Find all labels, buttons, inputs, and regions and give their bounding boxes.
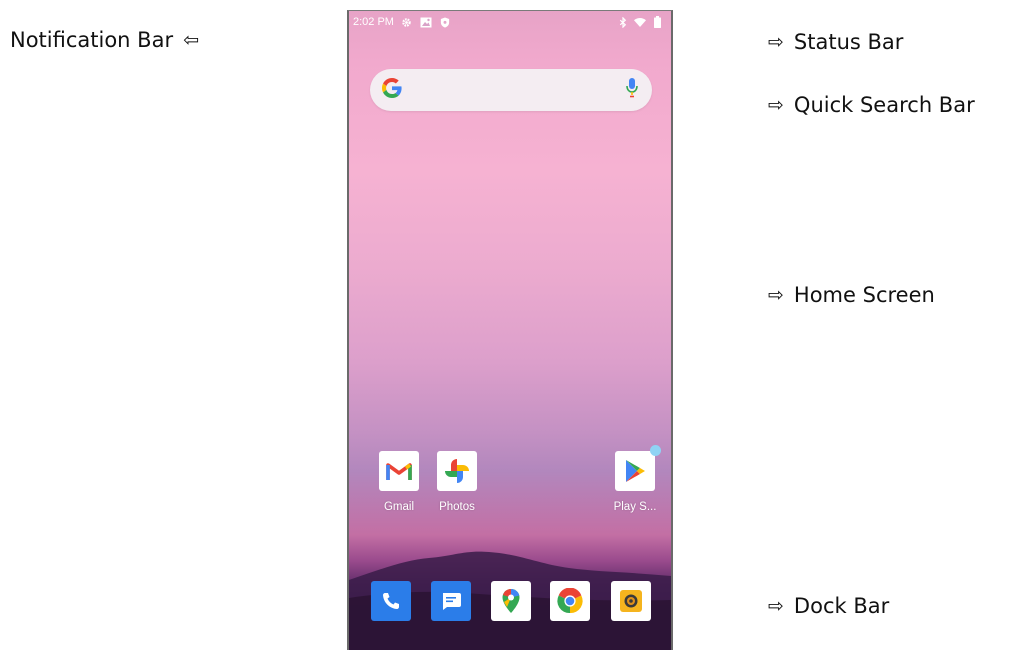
wifi-icon — [634, 16, 646, 28]
home-screen-label: Home Screen — [793, 283, 935, 307]
status-bar-label: Status Bar — [793, 30, 904, 54]
phone-icon[interactable] — [371, 581, 411, 621]
dock-bar — [349, 581, 671, 621]
google-logo-icon — [382, 77, 402, 103]
home-app-play-store[interactable]: Play S... — [603, 445, 667, 513]
chrome-icon[interactable] — [550, 581, 590, 621]
photos-icon[interactable] — [437, 451, 477, 491]
right-arrow-icon: ⇨ — [768, 594, 784, 617]
dock-bar-label: Dock Bar — [793, 594, 890, 618]
status-bar-annotation: ⇨ Status Bar — [768, 30, 903, 54]
messages-icon[interactable] — [431, 581, 471, 621]
gear-icon — [401, 16, 413, 28]
home-screen-annotation: ⇨ Home Screen — [768, 283, 935, 307]
notification-bar-label: Notification Bar — [10, 28, 174, 52]
left-arrow-icon: ⇦ — [183, 28, 199, 51]
app-label-gmail: Gmail — [383, 501, 415, 513]
right-arrow-icon: ⇨ — [768, 283, 784, 306]
status-bar-left: 2:02 PM — [353, 16, 451, 28]
home-app-photos[interactable]: Photos — [425, 451, 489, 513]
right-arrow-icon: ⇨ — [768, 93, 784, 116]
bluetooth-icon — [617, 16, 629, 28]
quick-search-bar-annotation: ⇨ Quick Search Bar — [768, 93, 975, 117]
gmail-icon[interactable] — [379, 451, 419, 491]
battery-icon — [651, 16, 663, 28]
shield-icon — [439, 16, 451, 28]
quick-search-bar[interactable] — [370, 69, 652, 111]
quick-search-bar-label: Quick Search Bar — [793, 93, 975, 117]
home-app-gmail[interactable]: Gmail — [367, 451, 431, 513]
status-bar[interactable]: 2:02 PM — [349, 11, 671, 33]
right-arrow-icon: ⇨ — [768, 30, 784, 53]
dock-bar-annotation: ⇨ Dock Bar — [768, 594, 889, 618]
play-store-icon[interactable] — [615, 445, 661, 491]
status-bar-right — [617, 16, 663, 28]
status-time: 2:02 PM — [353, 16, 394, 28]
notification-badge — [650, 445, 661, 456]
camera-icon[interactable] — [611, 581, 651, 621]
notification-bar-annotation: Notification Bar ⇦ — [10, 28, 207, 52]
image-notification-icon — [420, 16, 432, 28]
phone-screen: 2:02 PM Gmail Photos Play S... — [347, 10, 673, 650]
app-label-photos: Photos — [439, 501, 475, 513]
microphone-icon[interactable] — [626, 77, 638, 103]
app-label-play-store: Play S... — [613, 501, 657, 513]
maps-icon[interactable] — [491, 581, 531, 621]
